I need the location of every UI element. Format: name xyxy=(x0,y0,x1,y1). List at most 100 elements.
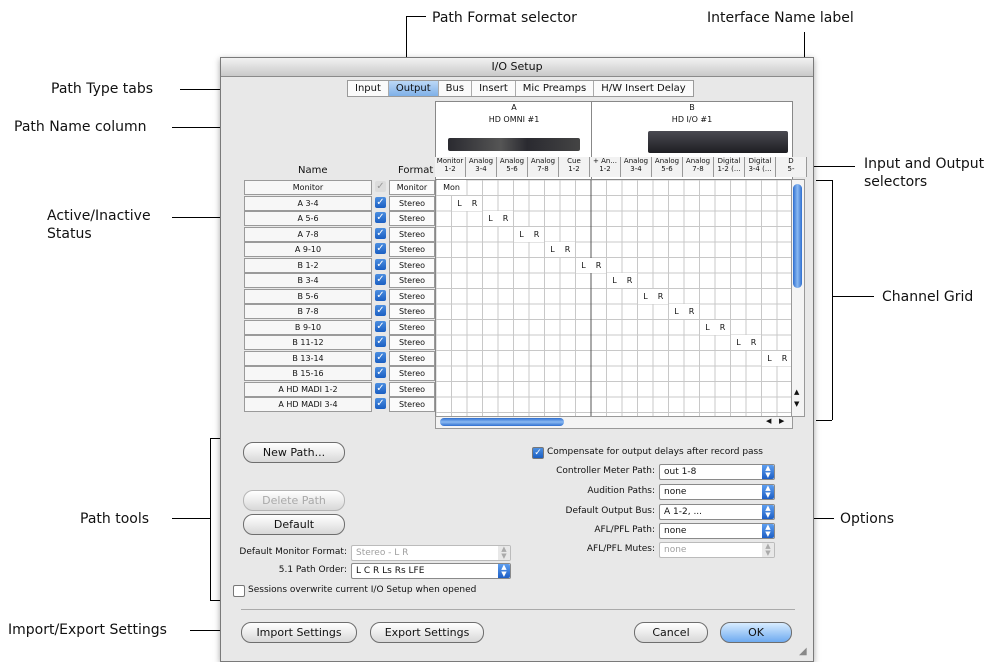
grid-assignment-left[interactable]: L xyxy=(545,242,560,257)
scroll-down-arrow-icon[interactable]: ▼ xyxy=(794,400,799,408)
io-selector-5[interactable]: + An... 1-2 xyxy=(590,157,621,177)
grid-assignment-left[interactable]: L xyxy=(452,196,467,211)
audition-paths-popup[interactable]: none ▲ ▼ xyxy=(659,484,775,500)
ok-button[interactable]: OK xyxy=(720,622,792,643)
grid-assignment-right[interactable]: R xyxy=(746,335,761,350)
path-name-6[interactable]: B 3-4 xyxy=(244,273,372,288)
sessions-overwrite-checkbox[interactable] xyxy=(233,585,245,597)
io-selector-10[interactable]: Digital 3-4 (... xyxy=(745,157,776,177)
active-checkbox-3[interactable]: ✓ xyxy=(375,228,386,239)
delete-path-button[interactable]: Delete Path xyxy=(243,490,345,511)
io-selector-1[interactable]: Analog 3-4 xyxy=(466,157,497,177)
active-checkbox-6[interactable]: ✓ xyxy=(375,274,386,285)
grid-assignment-left[interactable]: L xyxy=(607,273,622,288)
path-name-9[interactable]: B 9-10 xyxy=(244,320,372,335)
tab-output[interactable]: Output xyxy=(388,81,439,96)
io-selector-11[interactable]: D 5- xyxy=(776,157,807,177)
path-format-selector-14[interactable]: Stereo xyxy=(389,397,435,412)
io-selector-8[interactable]: Analog 7-8 xyxy=(683,157,714,177)
grid-assignment-left[interactable]: L xyxy=(483,211,498,226)
path-name-8[interactable]: B 7-8 xyxy=(244,304,372,319)
grid-assignment-left[interactable]: L xyxy=(669,304,684,319)
active-checkbox-5[interactable]: ✓ xyxy=(375,259,386,270)
afl-pfl-path-popup[interactable]: none ▲ ▼ xyxy=(659,523,775,539)
grid-assignment-right[interactable]: R xyxy=(684,304,699,319)
path-format-selector-8[interactable]: Stereo xyxy=(389,304,435,319)
grid-assignment-right[interactable]: R xyxy=(591,258,606,273)
path-format-selector-5[interactable]: Stereo xyxy=(389,258,435,273)
scroll-right-arrow-icon[interactable]: ▶ xyxy=(779,417,784,425)
io-selector-9[interactable]: Digital 1-2 (... xyxy=(714,157,745,177)
controller-meter-popup[interactable]: out 1-8 ▲ ▼ xyxy=(659,464,775,480)
tab-bus[interactable]: Bus xyxy=(439,81,473,96)
grid-assignment-right[interactable]: R xyxy=(467,196,482,211)
active-checkbox-11[interactable]: ✓ xyxy=(375,352,386,363)
path-format-selector-13[interactable]: Stereo xyxy=(389,382,435,397)
grid-assignment-right[interactable]: R xyxy=(653,289,668,304)
vertical-scroll-thumb[interactable] xyxy=(793,184,802,288)
grid-monitor-assignment[interactable]: Mon xyxy=(437,180,466,195)
active-checkbox-1[interactable]: ✓ xyxy=(375,197,386,208)
path-format-selector-12[interactable]: Stereo xyxy=(389,366,435,381)
io-selector-2[interactable]: Analog 5-6 xyxy=(497,157,528,177)
path-format-selector-9[interactable]: Stereo xyxy=(389,320,435,335)
compensate-checkbox[interactable]: ✓ xyxy=(532,447,544,459)
path-format-selector-0[interactable]: Monitor xyxy=(389,180,435,195)
grid-assignment-left[interactable]: L xyxy=(700,320,715,335)
import-settings-button[interactable]: Import Settings xyxy=(241,622,357,643)
grid-assignment-right[interactable]: R xyxy=(498,211,513,226)
grid-assignment-right[interactable]: R xyxy=(777,351,792,366)
tab-mic-preamps[interactable]: Mic Preamps xyxy=(516,81,595,96)
path-name-2[interactable]: A 5-6 xyxy=(244,211,372,226)
path-order-popup[interactable]: L C R Ls Rs LFE ▲ ▼ xyxy=(351,563,511,579)
path-name-3[interactable]: A 7-8 xyxy=(244,227,372,242)
path-format-selector-3[interactable]: Stereo xyxy=(389,227,435,242)
tab-input[interactable]: Input xyxy=(348,81,389,96)
path-name-5[interactable]: B 1-2 xyxy=(244,258,372,273)
active-checkbox-0[interactable]: ✓ xyxy=(375,181,386,192)
io-selector-7[interactable]: Analog 5-6 xyxy=(652,157,683,177)
path-format-selector-4[interactable]: Stereo xyxy=(389,242,435,257)
path-format-selector-1[interactable]: Stereo xyxy=(389,196,435,211)
active-checkbox-9[interactable]: ✓ xyxy=(375,321,386,332)
grid-assignment-left[interactable]: L xyxy=(762,351,777,366)
path-name-11[interactable]: B 13-14 xyxy=(244,351,372,366)
channel-grid[interactable]: Mon L R L R L R L R L R L R L R L R L R L R L R xyxy=(435,179,793,417)
grid-assignment-right[interactable]: R xyxy=(622,273,637,288)
path-name-14[interactable]: A HD MADI 3-4 xyxy=(244,397,372,412)
io-selector-6[interactable]: Analog 3-4 xyxy=(621,157,652,177)
grid-assignment-left[interactable]: L xyxy=(576,258,591,273)
path-format-selector-2[interactable]: Stereo xyxy=(389,211,435,226)
path-name-13[interactable]: A HD MADI 1-2 xyxy=(244,382,372,397)
scroll-up-arrow-icon[interactable]: ▲ xyxy=(794,388,799,396)
default-button[interactable]: Default xyxy=(243,514,345,535)
grid-assignment-right[interactable]: R xyxy=(529,227,544,242)
path-format-selector-11[interactable]: Stereo xyxy=(389,351,435,366)
path-name-10[interactable]: B 11-12 xyxy=(244,335,372,350)
cancel-button[interactable]: Cancel xyxy=(634,622,708,643)
scroll-left-arrow-icon[interactable]: ◀ xyxy=(766,417,771,425)
grid-assignment-right[interactable]: R xyxy=(715,320,730,335)
afl-pfl-mutes-popup[interactable]: none ▲ ▼ xyxy=(659,542,775,558)
grid-assignment-left[interactable]: L xyxy=(514,227,529,242)
active-checkbox-13[interactable]: ✓ xyxy=(375,383,386,394)
path-format-selector-10[interactable]: Stereo xyxy=(389,335,435,350)
path-name-1[interactable]: A 3-4 xyxy=(244,196,372,211)
active-checkbox-10[interactable]: ✓ xyxy=(375,336,386,347)
export-settings-button[interactable]: Export Settings xyxy=(370,622,484,643)
resize-grip-icon[interactable]: ◢ xyxy=(799,646,807,657)
active-checkbox-12[interactable]: ✓ xyxy=(375,367,386,378)
tab-insert[interactable]: Insert xyxy=(472,81,516,96)
active-checkbox-7[interactable]: ✓ xyxy=(375,290,386,301)
path-format-selector-6[interactable]: Stereo xyxy=(389,273,435,288)
io-selector-0[interactable]: Monitor 1-2 xyxy=(435,157,466,177)
tab-hw-insert-delay[interactable]: H/W Insert Delay xyxy=(594,81,693,96)
grid-assignment-right[interactable]: R xyxy=(560,242,575,257)
active-checkbox-14[interactable]: ✓ xyxy=(375,398,386,409)
path-name-4[interactable]: A 9-10 xyxy=(244,242,372,257)
path-name-0[interactable]: Monitor xyxy=(244,180,372,195)
horizontal-scrollbar[interactable]: ◀ ▶ xyxy=(435,416,793,429)
active-checkbox-2[interactable]: ✓ xyxy=(375,212,386,223)
default-output-bus-popup[interactable]: A 1-2, ... ▲ ▼ xyxy=(659,504,775,520)
grid-assignment-left[interactable]: L xyxy=(731,335,746,350)
